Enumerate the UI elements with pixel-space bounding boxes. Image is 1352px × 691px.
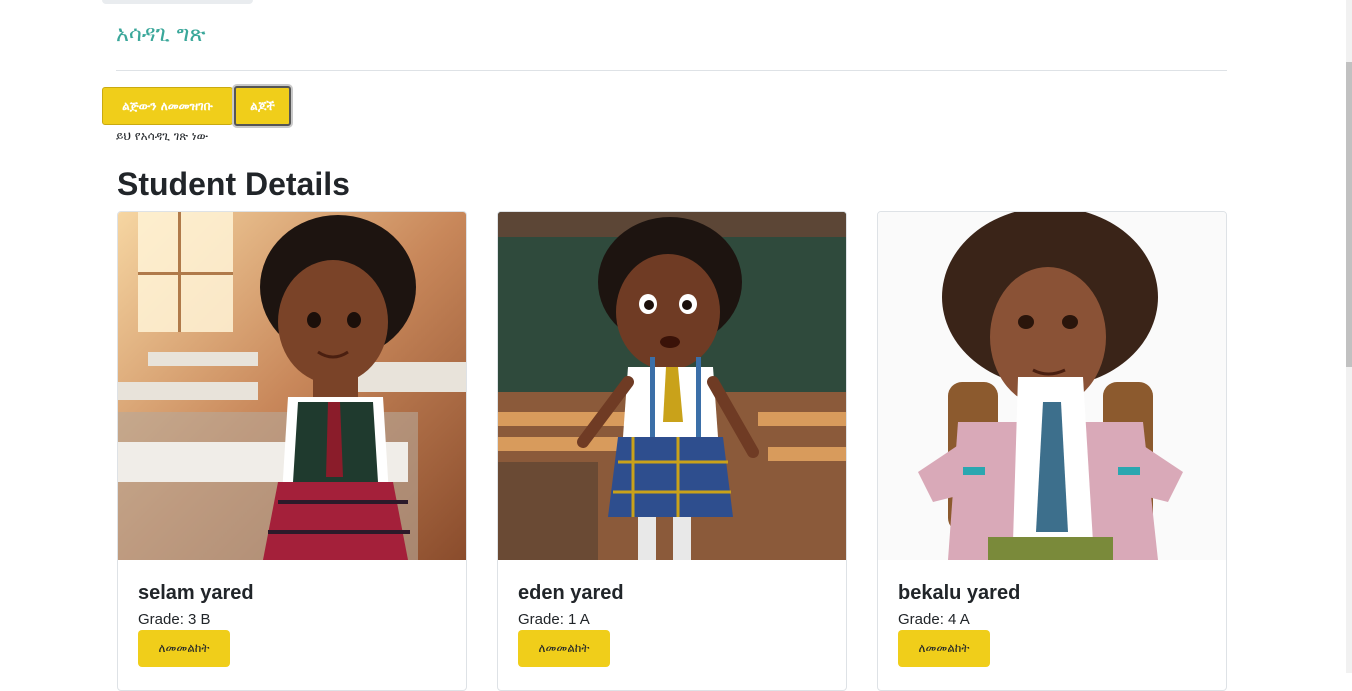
student-name: bekalu yared [898, 582, 1021, 604]
student-grade: Grade: 4 A [898, 611, 970, 628]
student-name: selam yared [138, 582, 254, 604]
student-photo [878, 212, 1226, 560]
student-card: bekalu yared Grade: 4 A ለመመልከት [877, 211, 1227, 691]
student-name: eden yared [518, 582, 624, 604]
view-student-button[interactable]: ለመመልከት [898, 630, 990, 667]
page-title: አሳዳጊ ግጽ [116, 22, 206, 47]
scrollbar-thumb[interactable] [1346, 62, 1352, 367]
header-divider [116, 70, 1227, 71]
top-tab[interactable] [102, 0, 253, 4]
student-photo-illustration [878, 212, 1226, 560]
student-card: eden yared Grade: 1 A ለመመልከት [497, 211, 847, 691]
student-grade: Grade: 1 A [518, 611, 590, 628]
student-photo [118, 212, 466, 560]
student-card: selam yared Grade: 3 B ለመመልከት [117, 211, 467, 691]
student-photo-illustration [118, 212, 466, 560]
student-photo [498, 212, 846, 560]
student-photo-illustration [498, 212, 846, 560]
student-grade: Grade: 3 B [138, 611, 211, 628]
register-child-button[interactable]: ልጅውን ለመመዝገቡ [102, 87, 233, 125]
intro-text: ይህ የአሳዳጊ ገጽ ነው [116, 129, 209, 143]
view-student-button[interactable]: ለመመልከት [518, 630, 610, 667]
children-button[interactable]: ልጆች [234, 86, 291, 126]
view-student-button[interactable]: ለመመልከት [138, 630, 230, 667]
section-title: Student Details [117, 166, 350, 202]
